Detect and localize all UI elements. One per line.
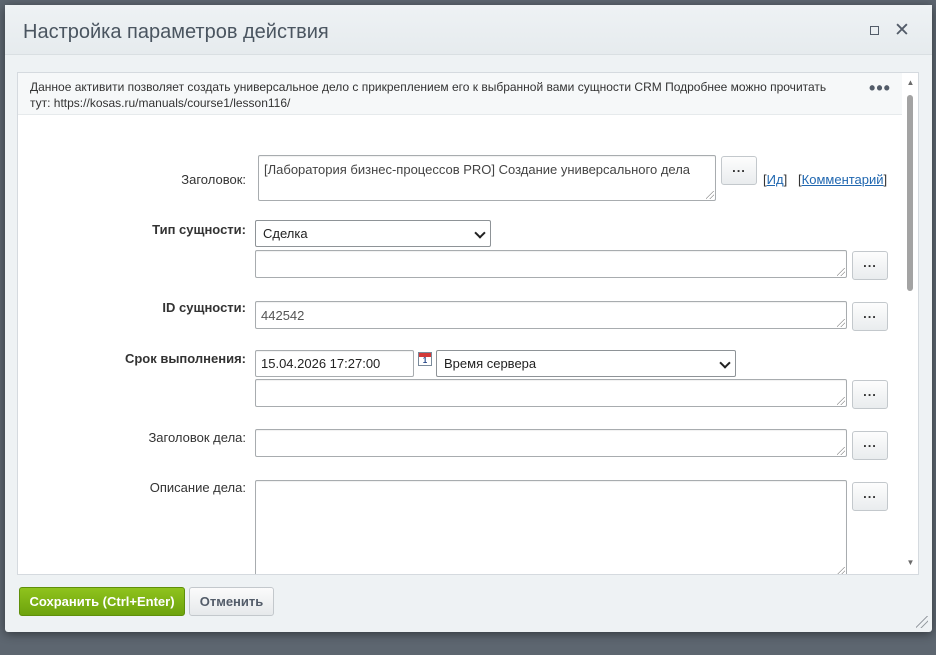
title-input[interactable]: [Лаборатория бизнес-процессов PRO] Созда… (258, 155, 716, 201)
resize-grip-icon[interactable] (837, 268, 845, 276)
content-scrollbar[interactable]: ▲ ▼ (902, 73, 918, 574)
close-icon: ✕ (894, 20, 910, 41)
scroll-up-icon[interactable]: ▲ (905, 77, 916, 89)
timezone-select[interactable]: Время сервера (436, 350, 736, 377)
entity-type-insert-button[interactable]: ... (852, 251, 888, 280)
resize-grip-icon[interactable] (837, 447, 845, 455)
activity-description: Данное активити позволяет создать универ… (18, 73, 902, 115)
deadline-value: 15.04.2026 17:27:00 (261, 356, 381, 371)
title-label: Заголовок: (181, 172, 246, 187)
resize-grip-icon[interactable] (837, 319, 845, 327)
entity-type-selected: Сделка (263, 226, 308, 241)
title-input-value: [Лаборатория бизнес-процессов PRO] Созда… (264, 162, 691, 177)
activity-description-insert-button[interactable]: ... (852, 482, 888, 511)
close-button[interactable]: ✕ (891, 20, 913, 42)
deadline-expression-input[interactable] (255, 379, 847, 407)
comment-link[interactable]: Комментарий (802, 172, 884, 187)
maximize-button[interactable] (863, 20, 885, 42)
title-insert-button[interactable]: ... (721, 156, 757, 185)
bracket-close: ] (883, 172, 888, 187)
cancel-button[interactable]: Отменить (189, 587, 274, 616)
resize-grip-icon[interactable] (837, 397, 845, 405)
resize-grip-icon[interactable] (837, 567, 845, 574)
activity-description-text: Данное активити позволяет создать универ… (30, 80, 827, 110)
activity-title-input[interactable] (255, 429, 847, 457)
activity-description-input[interactable] (255, 480, 847, 574)
calendar-day: 1 (422, 356, 428, 365)
entity-id-value: 442542 (261, 308, 305, 323)
resize-grip-icon[interactable] (706, 191, 714, 199)
maximize-icon (869, 26, 879, 36)
entity-id-insert-button[interactable]: ... (852, 302, 888, 331)
activity-description-label: Описание дела: (149, 480, 246, 495)
dialog-titlebar: Настройка параметров действия ✕ (5, 5, 932, 55)
entity-type-expression-input[interactable] (255, 250, 847, 278)
dialog-title: Настройка параметров действия (23, 21, 329, 43)
title-links: [Ид] [Комментарий] (763, 172, 887, 187)
chevron-down-icon (474, 227, 486, 239)
activity-title-label: Заголовок дела: (148, 430, 246, 445)
entity-type-select[interactable]: Сделка (255, 220, 491, 247)
save-button[interactable]: Сохранить (Ctrl+Enter) (19, 587, 185, 616)
deadline-insert-button[interactable]: ... (852, 380, 888, 409)
deadline-input[interactable]: 15.04.2026 17:27:00 (255, 350, 414, 377)
activity-title-insert-button[interactable]: ... (852, 431, 888, 460)
deadline-label: Срок выполнения: (124, 351, 246, 366)
scrollbar-thumb[interactable] (907, 95, 913, 291)
entity-id-input[interactable]: 442542 (255, 301, 847, 329)
entity-id-label: ID сущности: (162, 300, 246, 315)
id-link[interactable]: Ид (767, 172, 784, 187)
timezone-selected: Время сервера (444, 356, 537, 371)
entity-type-label: Тип сущности: (152, 222, 246, 237)
more-options-icon[interactable]: ••• (869, 79, 891, 99)
action-settings-dialog: Настройка параметров действия ✕ Данное а… (5, 5, 932, 632)
chevron-down-icon (719, 357, 731, 369)
calendar-icon[interactable]: 1 (418, 352, 432, 366)
settings-content: Данное активити позволяет создать универ… (17, 72, 919, 575)
dialog-resize-icon[interactable] (916, 616, 928, 628)
bracket-close: ] (783, 172, 788, 187)
scroll-down-icon[interactable]: ▼ (905, 557, 916, 569)
